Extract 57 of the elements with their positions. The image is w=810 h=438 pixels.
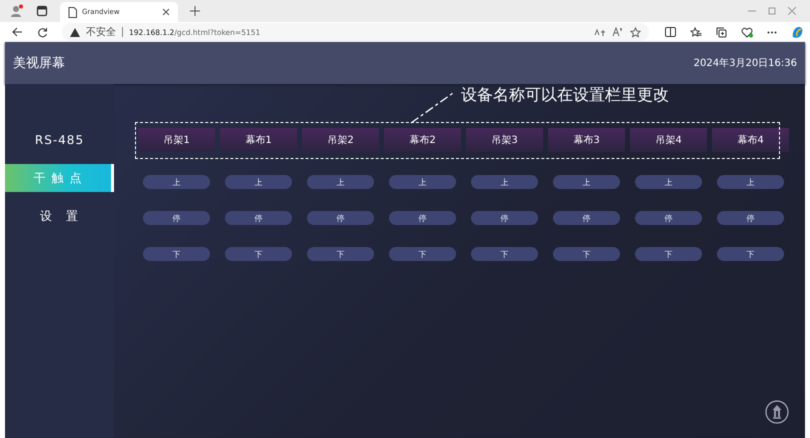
control-button[interactable]: 下 bbox=[143, 247, 210, 261]
device-name: 吊架1 bbox=[138, 128, 215, 152]
collections-icon[interactable] bbox=[716, 26, 727, 38]
control-button[interactable]: 下 bbox=[307, 247, 374, 261]
control-button[interactable]: 停 bbox=[225, 211, 292, 225]
translate-icon[interactable] bbox=[594, 28, 606, 36]
close-icon[interactable] bbox=[162, 8, 170, 16]
control-button[interactable]: 停 bbox=[143, 211, 210, 225]
sidebar-item[interactable]: 设 置 bbox=[5, 202, 114, 230]
leader-line bbox=[410, 92, 454, 124]
copilot-icon[interactable] bbox=[791, 26, 804, 38]
control-button[interactable]: 下 bbox=[553, 247, 620, 261]
device-name: 幕布3 bbox=[548, 128, 625, 152]
control-button[interactable]: 下 bbox=[389, 247, 456, 261]
control-button[interactable]: 上 bbox=[635, 175, 702, 189]
control-button[interactable]: 停 bbox=[553, 211, 620, 225]
control-button[interactable]: 上 bbox=[225, 175, 292, 189]
control-button[interactable]: 停 bbox=[717, 211, 784, 225]
star-icon[interactable] bbox=[630, 26, 641, 38]
favorites-icon[interactable] bbox=[690, 26, 702, 38]
device-name: 幕布2 bbox=[384, 128, 461, 152]
heart-icon[interactable] bbox=[741, 26, 753, 38]
control-button[interactable]: 停 bbox=[389, 211, 456, 225]
tabs-icon[interactable] bbox=[36, 5, 48, 17]
control-button[interactable]: 下 bbox=[471, 247, 538, 261]
refresh-icon[interactable] bbox=[37, 26, 48, 38]
control-button[interactable]: 上 bbox=[471, 175, 538, 189]
control-button[interactable]: 下 bbox=[635, 247, 702, 261]
device-name: 吊架4 bbox=[630, 128, 707, 152]
control-button[interactable]: 下 bbox=[225, 247, 292, 261]
sidebar-item[interactable]: RS-485 bbox=[5, 126, 114, 154]
security-label: 不安全 bbox=[86, 26, 116, 39]
control-button[interactable]: 停 bbox=[307, 211, 374, 225]
control-button[interactable]: 下 bbox=[717, 247, 784, 261]
more-icon[interactable] bbox=[767, 30, 777, 34]
control-button[interactable]: 上 bbox=[553, 175, 620, 189]
back-icon[interactable] bbox=[12, 27, 23, 37]
app-title: 美视屏幕 bbox=[13, 55, 65, 72]
split-screen-icon[interactable] bbox=[665, 27, 676, 37]
control-button[interactable]: 上 bbox=[717, 175, 784, 189]
device-name: 吊架3 bbox=[466, 128, 543, 152]
date-time: 2024年3月20日16:36 bbox=[694, 57, 797, 70]
device-name: 吊架2 bbox=[302, 128, 379, 152]
control-button[interactable]: 上 bbox=[143, 175, 210, 189]
page-icon bbox=[68, 6, 77, 18]
control-button[interactable]: 上 bbox=[307, 175, 374, 189]
device-name: 幕布4 bbox=[712, 128, 789, 152]
home-icon[interactable] bbox=[765, 400, 789, 424]
annotation-text: 设备名称可以在设置栏里更改 bbox=[461, 85, 669, 106]
read-aloud-icon[interactable] bbox=[612, 27, 624, 37]
control-button[interactable]: 停 bbox=[471, 211, 538, 225]
control-button[interactable]: 停 bbox=[635, 211, 702, 225]
control-button[interactable]: 上 bbox=[389, 175, 456, 189]
new-tab-icon[interactable] bbox=[190, 6, 200, 16]
warning-icon bbox=[70, 28, 80, 36]
profile-icon[interactable] bbox=[10, 4, 24, 18]
device-name: 幕布1 bbox=[220, 128, 297, 152]
